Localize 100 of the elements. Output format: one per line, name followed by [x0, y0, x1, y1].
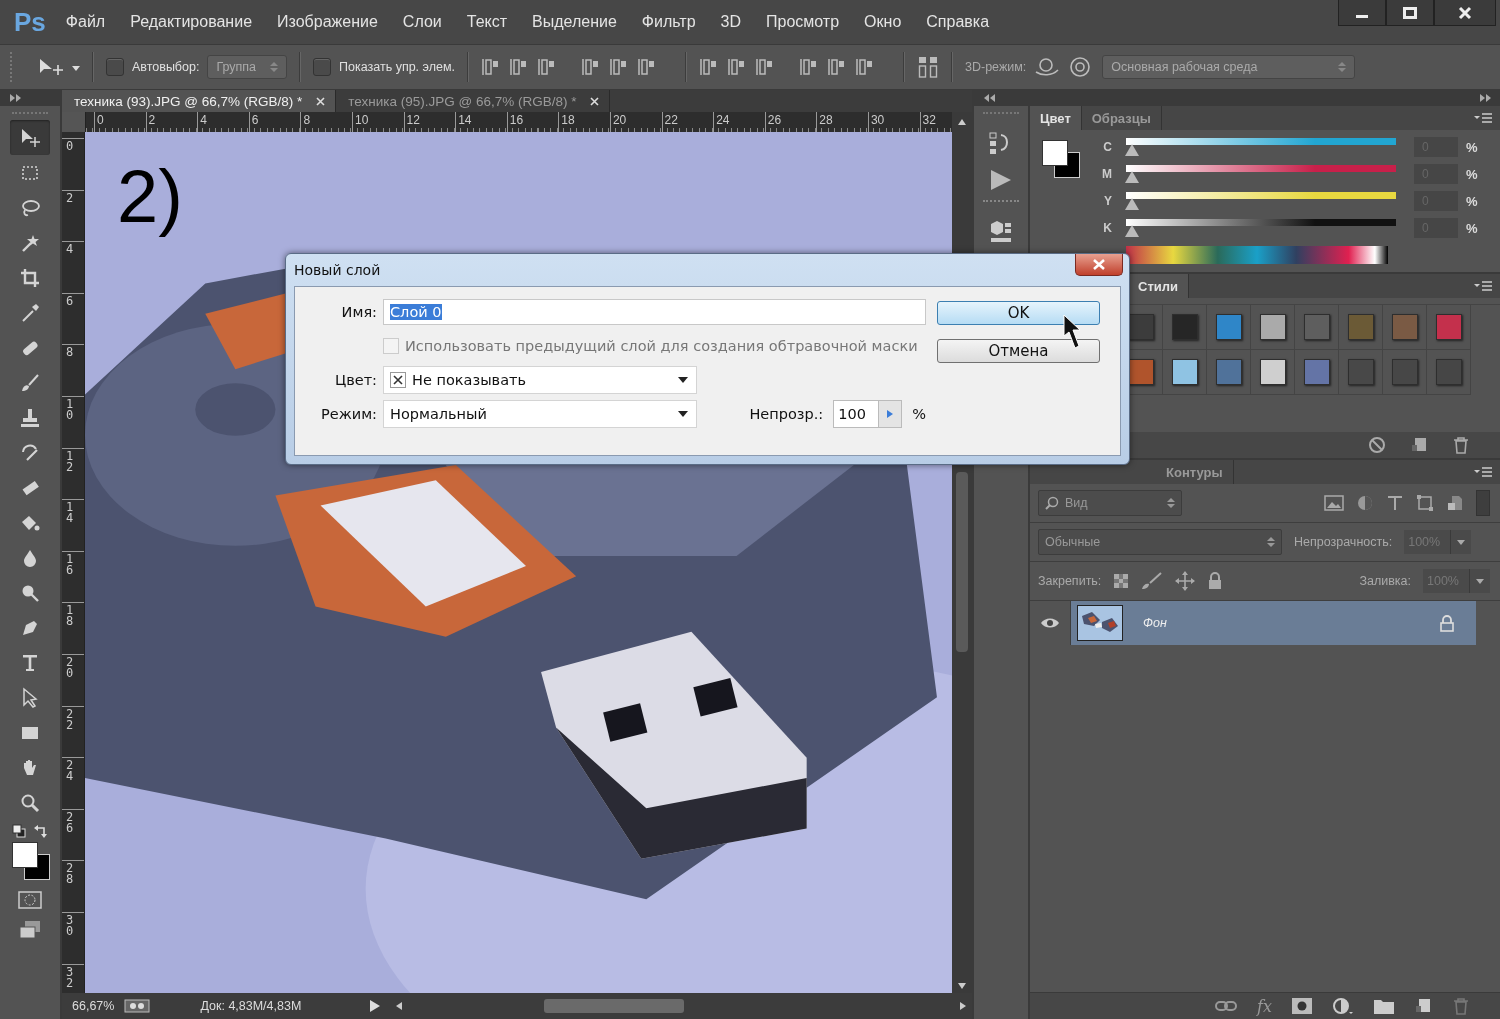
screen-mode-icon[interactable]	[18, 920, 42, 940]
checkbox[interactable]	[106, 58, 124, 76]
align-icon[interactable]	[509, 56, 529, 78]
checkbox[interactable]	[313, 58, 332, 76]
panel-menu-icon[interactable]	[1474, 467, 1492, 477]
panel-tab[interactable]: Цвет	[1030, 106, 1082, 130]
style-swatch[interactable]	[1391, 359, 1418, 385]
layer-row[interactable]: Фон	[1071, 601, 1476, 645]
color-gradient-bar[interactable]	[1126, 192, 1396, 199]
align-icon[interactable]	[727, 56, 747, 78]
orbit-icon[interactable]	[1034, 56, 1061, 78]
align-icon[interactable]	[699, 56, 719, 78]
menu-item[interactable]: Файл	[65, 13, 106, 31]
text-filter-icon[interactable]	[1386, 494, 1404, 512]
zoom-level[interactable]: 66,67%	[72, 999, 115, 1013]
filter-toggle[interactable]	[1476, 490, 1490, 516]
caret-icon[interactable]	[1476, 578, 1484, 584]
app-logo[interactable]: Ps	[14, 6, 46, 38]
layer-filter-dropdown[interactable]: Вид	[1038, 490, 1182, 516]
panel-tab[interactable]: Образцы	[1081, 106, 1162, 130]
default-colors-icon[interactable]	[12, 824, 26, 838]
close-button[interactable]	[1075, 254, 1123, 276]
color-gradient-bar[interactable]	[1126, 219, 1396, 226]
folder-icon[interactable]	[1374, 998, 1394, 1014]
style-swatch[interactable]	[1347, 314, 1374, 340]
color-gradient-bar[interactable]	[1126, 165, 1396, 172]
menu-item[interactable]: 3D	[720, 13, 741, 31]
effects-button[interactable]: fx	[1257, 996, 1272, 1016]
mask-icon[interactable]	[1292, 998, 1312, 1014]
close-icon[interactable]	[590, 96, 600, 106]
rotate-icon[interactable]	[1068, 55, 1093, 79]
blend-mode-dropdown[interactable]: Обычные	[1038, 529, 1282, 555]
style-swatch[interactable]	[1347, 359, 1374, 385]
shape-filter-icon[interactable]	[1416, 494, 1434, 512]
panel-tab[interactable]: Контуры	[1156, 460, 1234, 484]
new-style-icon[interactable]	[1410, 436, 1428, 454]
scrollbar-thumb[interactable]	[544, 999, 685, 1013]
style-swatch[interactable]	[1391, 314, 1418, 340]
eye-icon[interactable]	[1040, 617, 1060, 629]
image-filter-icon[interactable]	[1324, 494, 1344, 512]
adjustment-filter-icon[interactable]	[1356, 494, 1374, 512]
scroll-up-icon[interactable]	[958, 119, 966, 125]
menu-item[interactable]: Фильтр	[641, 13, 696, 31]
minimize-button[interactable]	[1338, 0, 1386, 26]
lock-icon[interactable]	[1207, 572, 1224, 590]
name-field[interactable]: Слой 0	[383, 299, 926, 325]
align-icon[interactable]	[481, 56, 501, 78]
align-icon[interactable]	[537, 56, 557, 78]
menu-item[interactable]: Окно	[864, 13, 902, 31]
move-icon[interactable]	[1175, 571, 1196, 591]
expand-icon[interactable]	[10, 94, 22, 102]
smart-object-filter-icon[interactable]	[1446, 494, 1464, 512]
align-icon[interactable]	[609, 56, 629, 78]
color-spectrum[interactable]	[1126, 246, 1388, 264]
panel-tab[interactable]: Стили	[1128, 274, 1189, 298]
menu-item[interactable]: Слои	[402, 13, 442, 31]
link-icon[interactable]	[1215, 999, 1238, 1013]
status-menu-icon[interactable]	[370, 1000, 381, 1012]
swap-colors-icon[interactable]	[34, 824, 48, 838]
close-button[interactable]	[1434, 0, 1496, 26]
caret-icon[interactable]	[1457, 539, 1466, 545]
align-icon[interactable]	[855, 56, 875, 78]
style-swatch[interactable]	[1171, 359, 1198, 385]
style-swatch[interactable]	[1171, 314, 1198, 340]
menu-item[interactable]: Просмотр	[766, 13, 840, 31]
style-swatch[interactable]	[1303, 314, 1330, 340]
color-gradient-bar[interactable]	[1126, 138, 1396, 145]
cancel-button[interactable]: Отмена	[937, 339, 1100, 363]
clear-style-icon[interactable]	[1368, 436, 1386, 454]
mode-dropdown[interactable]: Нормальный	[383, 400, 697, 428]
align-icon[interactable]	[755, 56, 775, 78]
menu-item[interactable]: Текст	[466, 13, 508, 31]
adjustment-icon[interactable]	[1332, 997, 1354, 1015]
style-swatch[interactable]	[1435, 314, 1462, 340]
document-tab[interactable]: техника (93).JPG @ 66,7% (RGB/8) *	[62, 90, 337, 112]
preview-icon[interactable]	[124, 999, 151, 1013]
close-icon[interactable]	[316, 96, 326, 106]
delete-icon[interactable]	[1452, 436, 1470, 454]
brush-icon[interactable]	[1141, 572, 1164, 590]
menu-item[interactable]: Изображение	[277, 13, 378, 31]
opacity-field[interactable]: 100	[833, 400, 880, 428]
color-swatches[interactable]	[10, 840, 50, 880]
scroll-left-icon[interactable]	[396, 1002, 403, 1010]
menu-item[interactable]: Справка	[926, 13, 990, 31]
quick-mask-icon[interactable]	[18, 890, 42, 910]
tool-button[interactable]	[10, 120, 50, 155]
panel-menu-icon[interactable]	[1474, 113, 1492, 123]
align-icon[interactable]	[799, 56, 819, 78]
maximize-button[interactable]	[1386, 0, 1434, 26]
expand-icon[interactable]	[1480, 94, 1492, 102]
lock-transparency-icon[interactable]	[1113, 573, 1130, 589]
scroll-right-icon[interactable]	[960, 1002, 966, 1010]
distribute-icon[interactable]	[917, 55, 939, 79]
style-swatch[interactable]	[1303, 359, 1330, 385]
style-swatch[interactable]	[1259, 359, 1286, 385]
stepper-icon[interactable]	[887, 410, 894, 418]
style-swatch[interactable]	[1215, 314, 1242, 340]
ok-button[interactable]: OK	[937, 301, 1100, 325]
align-icon[interactable]	[827, 56, 847, 78]
align-icon[interactable]	[637, 56, 657, 78]
